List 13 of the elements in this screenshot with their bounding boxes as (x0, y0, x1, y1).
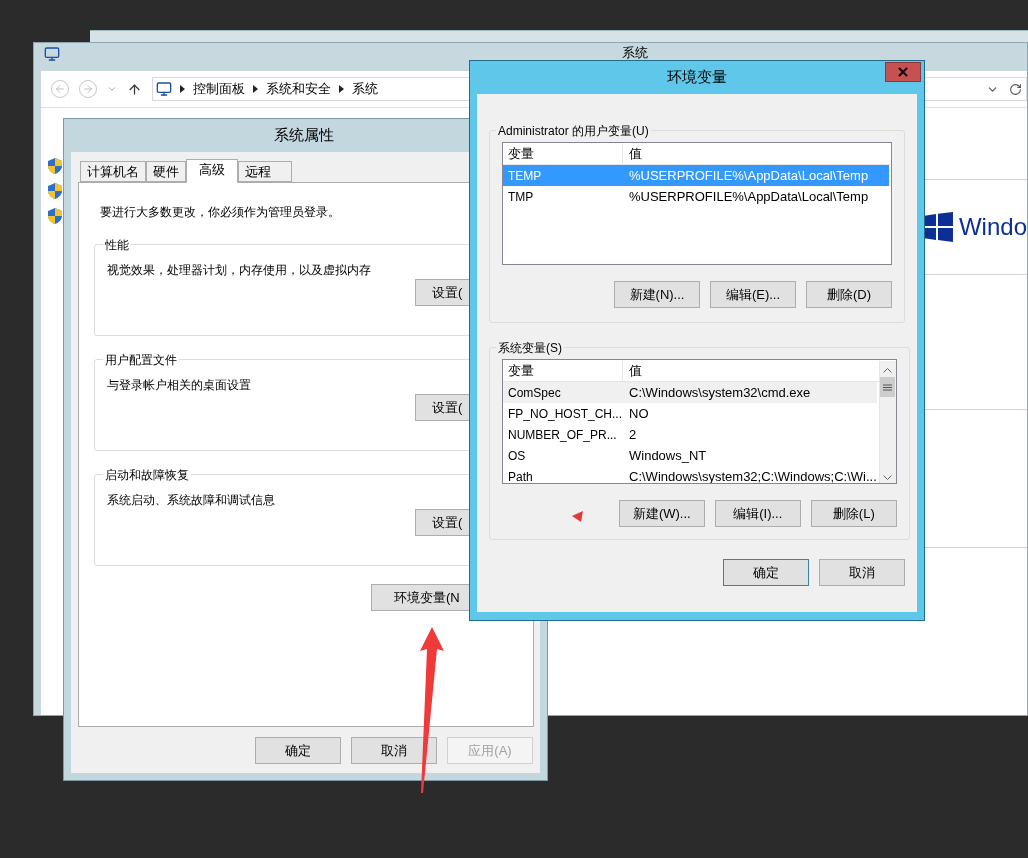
dialog-title: 系统属性 (273, 125, 334, 146)
window-title: 系统 (622, 46, 648, 60)
group-description: 系统启动、系统故障和调试信息 (107, 492, 276, 509)
group-title: Administrator 的用户变量(U) (498, 124, 649, 138)
group-description: 与登录帐户相关的桌面设置 (107, 377, 252, 394)
group-title: 启动和故障恢复 (105, 468, 189, 482)
dialog-title: 环境变量 (667, 67, 727, 88)
group-title: 性能 (105, 238, 129, 252)
group-title: 用户配置文件 (105, 353, 177, 367)
group-description: 视觉效果，处理器计划，内存使用，以及虚拟内存 (107, 262, 372, 279)
logo-text: Windo (958, 212, 1027, 242)
notice-text: 要进行大多数更改，你必须作为管理员登录。 (100, 204, 341, 221)
group-title: 系统变量(S) (498, 341, 562, 355)
